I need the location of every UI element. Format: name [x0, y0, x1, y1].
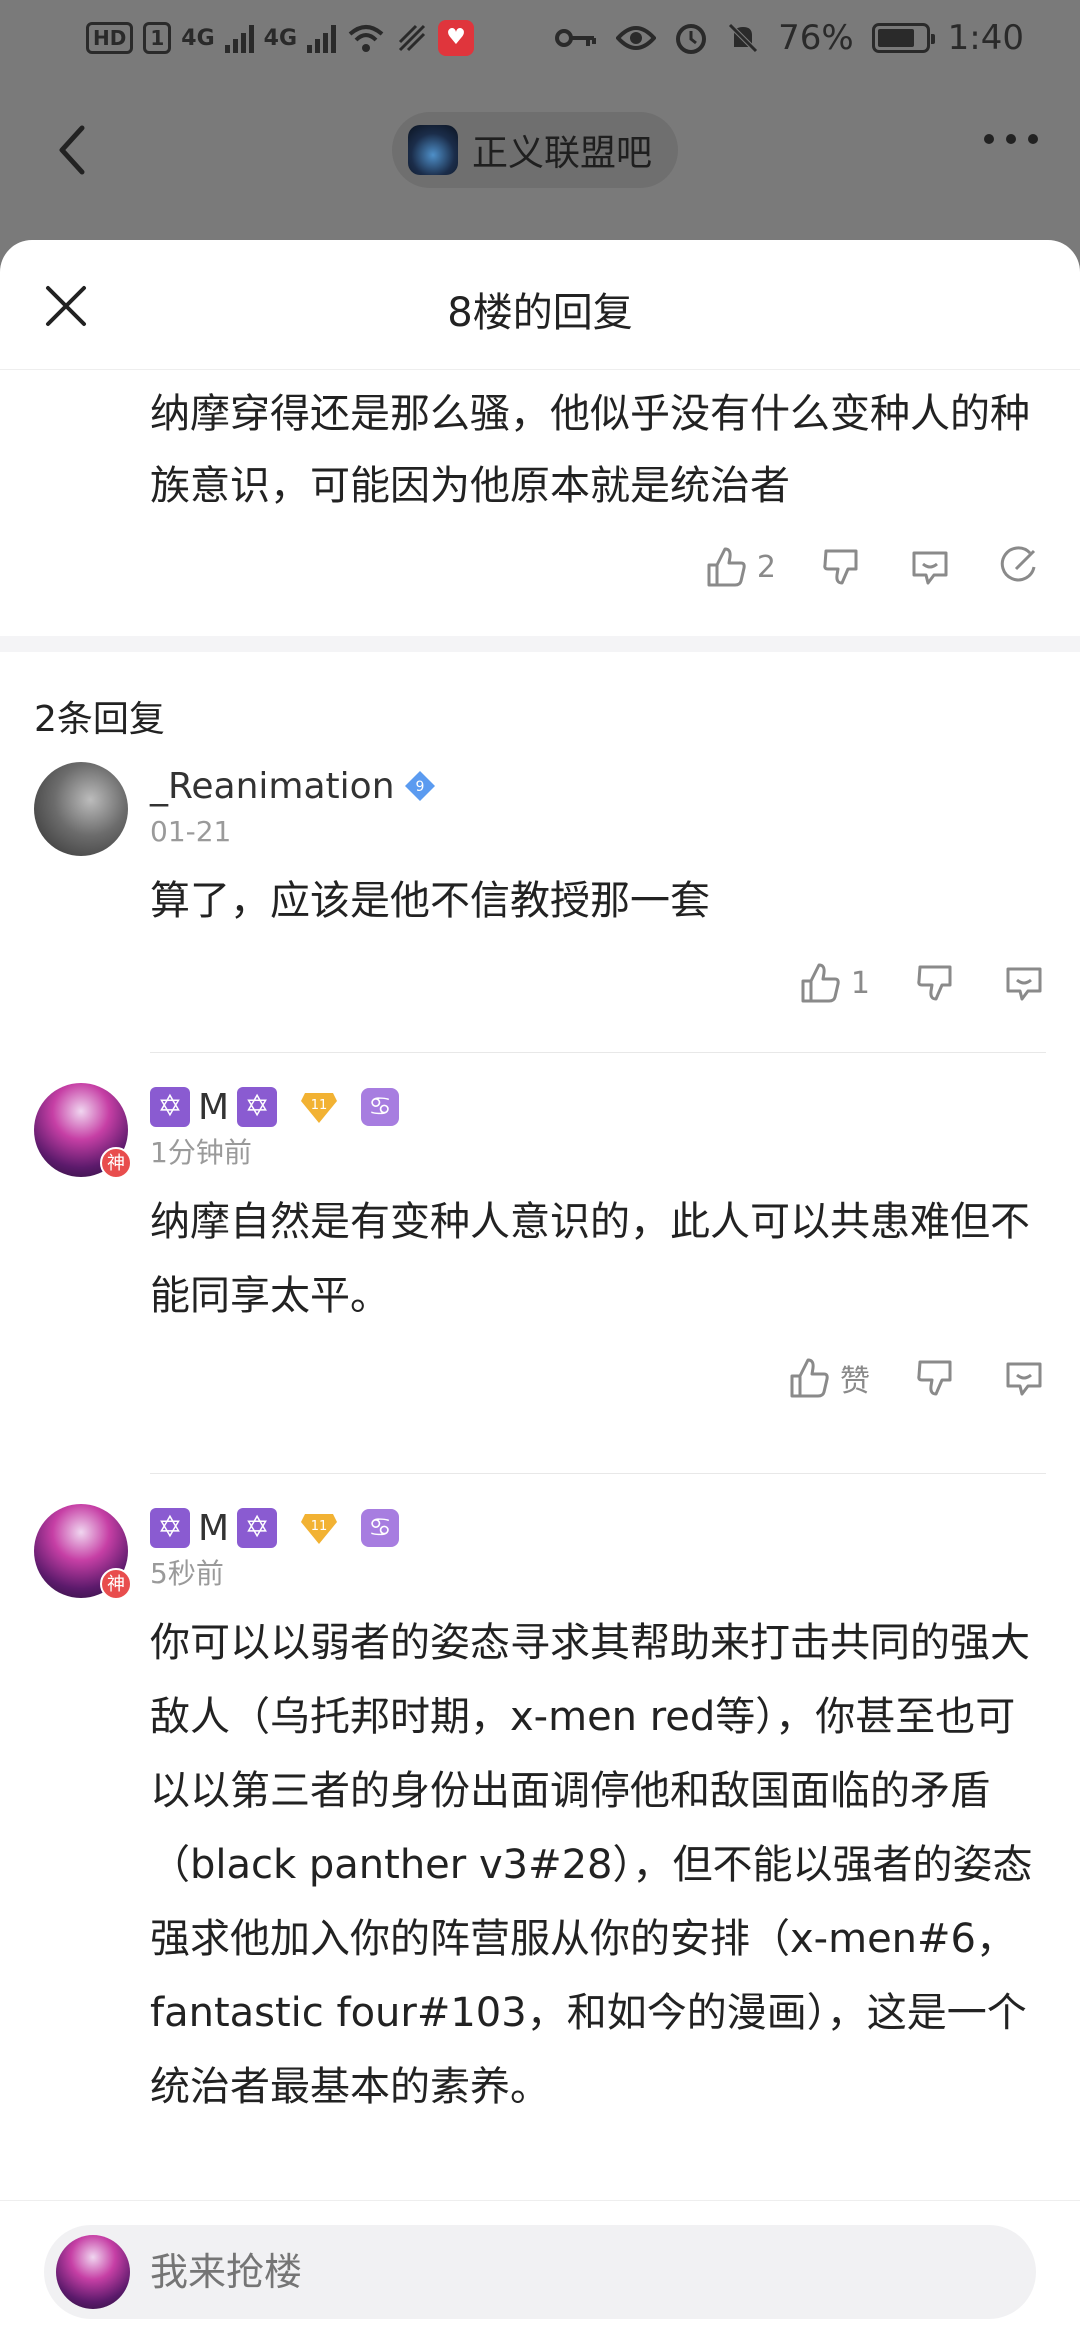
status-left: HD 1 4G 4G ♥ [86, 20, 475, 56]
thumbs-down-icon [823, 549, 858, 585]
thumbs-down-icon [917, 965, 952, 1001]
god-badge: 神 [100, 1147, 132, 1179]
thumbs-up-icon [801, 963, 840, 1003]
star-icon: ✡ [237, 1508, 278, 1548]
reply-item: _Reanimation 9 01-21 算了，应该是他不信教授那一套 1 [0, 762, 1080, 1052]
status-bar: HD 1 4G 4G ♥ 76% 1:40 [0, 0, 1080, 80]
floor-actions: 2 [150, 522, 1040, 612]
zodiac-icon: ♋ [361, 1088, 400, 1126]
sheet-title: 8楼的回复 [447, 290, 633, 336]
thumbs-down-icon [917, 1360, 952, 1396]
signal-icon-2 [307, 23, 337, 53]
edit-button[interactable] [996, 545, 1040, 589]
comment-icon [1006, 967, 1042, 1001]
signal-icon [224, 23, 254, 53]
reply-text: 算了，应该是他不信教授那一套 [150, 878, 710, 924]
like-button[interactable]: 2 [705, 545, 776, 589]
dislike-button[interactable] [820, 545, 864, 589]
reply-count-label: 2条回复 [34, 699, 165, 740]
reply-text: 纳摩自然是有变种人意识的，此人可以共患难但不能同享太平。 [150, 1199, 1030, 1319]
reply-item: 神 ✡ M ✡ 11 ♋ 1分钟前 纳摩自然是有变种人意识的，此人可以共患难但不… [0, 1053, 1080, 1473]
hd-indicator: HD [86, 22, 134, 54]
like-label: 赞 [840, 1364, 870, 1399]
comment-icon [1006, 1362, 1042, 1396]
reply-user-row: _Reanimation 9 [150, 762, 1046, 810]
top-nav: 正义联盟吧 [0, 100, 1080, 200]
god-badge: 神 [100, 1568, 132, 1600]
eye-icon [616, 26, 657, 50]
reply-input-pill[interactable] [44, 2225, 1036, 2319]
floor-post: 纳摩穿得还是那么骚，他似乎没有什么变种人的种族意识，可能因为他原本就是统治者 2 [0, 370, 1080, 612]
battery-icon [871, 23, 935, 53]
username[interactable]: _Reanimation [150, 766, 395, 807]
reply-sheet: 8楼的回复 纳摩穿得还是那么骚，他似乎没有什么变种人的种族意识，可能因为他原本就… [0, 240, 1080, 2340]
reply-user-row: ✡ M ✡ 11 ♋ [150, 1083, 1046, 1131]
edit-icon [1000, 546, 1036, 582]
verified-level-icon: 9 [404, 771, 435, 801]
thumbs-up-icon [707, 547, 746, 587]
username[interactable]: M [198, 1087, 229, 1128]
alarm-icon [676, 24, 707, 54]
reply-text: 你可以以弱者的姿态寻求其帮助来打击共同的强大敌人（乌托邦时期，x-men red… [150, 1620, 1033, 2110]
bottom-input-bar [0, 2200, 1080, 2340]
dislike-button[interactable] [914, 1356, 958, 1400]
star-icon: ✡ [150, 1087, 190, 1127]
forum-name: 正义联盟吧 [472, 133, 653, 174]
key-icon [555, 29, 597, 47]
network-type-1: 4G [181, 25, 215, 51]
comment-button[interactable] [1002, 961, 1046, 1005]
avatar[interactable] [34, 762, 128, 856]
chevron-left-icon[interactable] [48, 120, 98, 180]
wifi-icon [348, 25, 384, 52]
network-type-2: 4G [263, 25, 298, 51]
comment-button[interactable] [1002, 1356, 1046, 1400]
avatar-wrap[interactable]: 神 [34, 1504, 132, 1600]
like-count: 1 [850, 965, 870, 1001]
level-badge-icon: 11 [301, 1514, 338, 1544]
reply-time: 5秒前 [150, 1557, 224, 1590]
clock: 1:40 [947, 18, 1024, 58]
star-icon: ✡ [237, 1087, 278, 1127]
reply-actions: 赞 [150, 1333, 1046, 1423]
comment-icon [912, 551, 948, 585]
sim-indicator: 1 [143, 22, 172, 54]
reply-actions: 1 [150, 938, 1046, 1028]
forum-chip[interactable]: 正义联盟吧 [392, 112, 679, 188]
mute-icon [728, 23, 758, 53]
comment-button[interactable] [908, 545, 952, 589]
svg-text:9: 9 [415, 779, 424, 795]
reply-input[interactable] [150, 2225, 1010, 2319]
sheet-header: 8楼的回复 [0, 240, 1080, 370]
reply-user-row: ✡ M ✡ 11 ♋ [150, 1504, 1046, 1552]
zodiac-icon: ♋ [361, 1509, 400, 1547]
svg-text:11: 11 [311, 1098, 328, 1113]
status-right: 76% 1:40 [554, 18, 1024, 58]
like-button[interactable]: 赞 [788, 1356, 870, 1400]
section-divider [0, 636, 1080, 652]
like-button[interactable]: 1 [799, 961, 870, 1005]
reply-time: 01-21 [150, 815, 232, 848]
floor-post-text: 纳摩穿得还是那么骚，他似乎没有什么变种人的种族意识，可能因为他原本就是统治者 [150, 391, 1030, 509]
app-notification-icon: ♥ [438, 20, 475, 56]
avatar-wrap[interactable]: 神 [34, 1083, 132, 1179]
more-icon[interactable] [984, 134, 1038, 144]
reply-time: 1分钟前 [150, 1136, 252, 1169]
star-icon: ✡ [150, 1508, 190, 1548]
forum-logo [408, 125, 458, 175]
nfc-icon [398, 24, 426, 52]
svg-text:11: 11 [311, 1519, 328, 1534]
my-avatar [56, 2235, 130, 2309]
dislike-button[interactable] [914, 961, 958, 1005]
thumbs-up-icon [790, 1358, 829, 1398]
battery-percent: 76% [778, 18, 854, 58]
reply-item: 神 ✡ M ✡ 11 ♋ 5秒前 你可以以弱者的姿态寻求其帮助来打击共同的强大敌… [0, 1474, 1080, 2124]
level-badge-icon: 11 [301, 1093, 338, 1123]
like-count: 2 [756, 549, 776, 585]
username[interactable]: M [198, 1508, 229, 1549]
